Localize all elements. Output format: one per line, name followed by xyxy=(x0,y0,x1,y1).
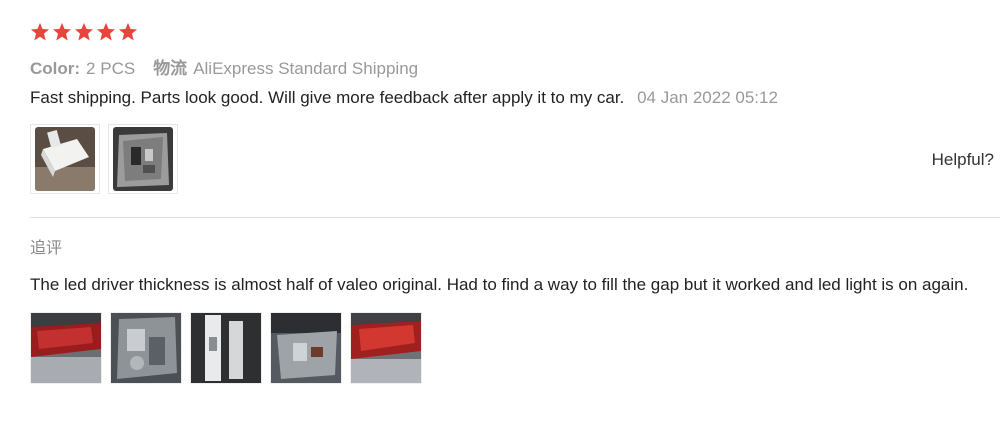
color-label: Color: xyxy=(30,59,81,78)
followup-photo-thumbnail[interactable] xyxy=(350,312,422,384)
review-body: Fast shipping. Parts look good. Will giv… xyxy=(30,88,1000,112)
helpful-link[interactable]: Helpful? xyxy=(932,150,994,170)
color-value: 2 PCS xyxy=(86,59,136,78)
followup-photos xyxy=(30,312,980,384)
divider xyxy=(30,217,1000,218)
review-date: 04 Jan 2022 05:12 xyxy=(637,88,778,107)
review-item: Color: 2 PCS 物流 AliExpress Standard Ship… xyxy=(30,18,1000,194)
review-photo-thumbnail[interactable] xyxy=(108,124,178,194)
housing-interior-photo xyxy=(271,313,341,383)
tail-light-photo xyxy=(31,313,101,383)
followup-photo-thumbnail[interactable] xyxy=(190,312,262,384)
followup-photo-thumbnail[interactable] xyxy=(30,312,102,384)
review-photos xyxy=(30,124,1000,194)
review-meta: Color: 2 PCS 物流 AliExpress Standard Ship… xyxy=(30,54,1000,78)
followup-text: The led driver thickness is almost half … xyxy=(30,275,969,294)
star-icon xyxy=(74,22,94,42)
star-icon xyxy=(118,22,138,42)
review-text: Fast shipping. Parts look good. Will giv… xyxy=(30,88,625,107)
led-driver-photo xyxy=(35,127,95,191)
led-board-foil-photo xyxy=(113,127,173,191)
shipping-label: 物流 xyxy=(153,59,188,78)
star-icon xyxy=(96,22,116,42)
followup-label: 追评 xyxy=(30,240,63,257)
driver-installed-photo xyxy=(191,313,261,383)
shipping-value: AliExpress Standard Shipping xyxy=(193,59,419,78)
review-photo-thumbnail[interactable] xyxy=(30,124,100,194)
followup-photo-thumbnail[interactable] xyxy=(110,312,182,384)
followup-photo-thumbnail[interactable] xyxy=(270,312,342,384)
light-housing-photo xyxy=(111,313,181,383)
star-rating xyxy=(30,18,1000,46)
star-icon xyxy=(52,22,72,42)
tail-light-lit-photo xyxy=(351,313,421,383)
followup-review: 追评 The led driver thickness is almost ha… xyxy=(30,234,980,384)
star-icon xyxy=(30,22,50,42)
